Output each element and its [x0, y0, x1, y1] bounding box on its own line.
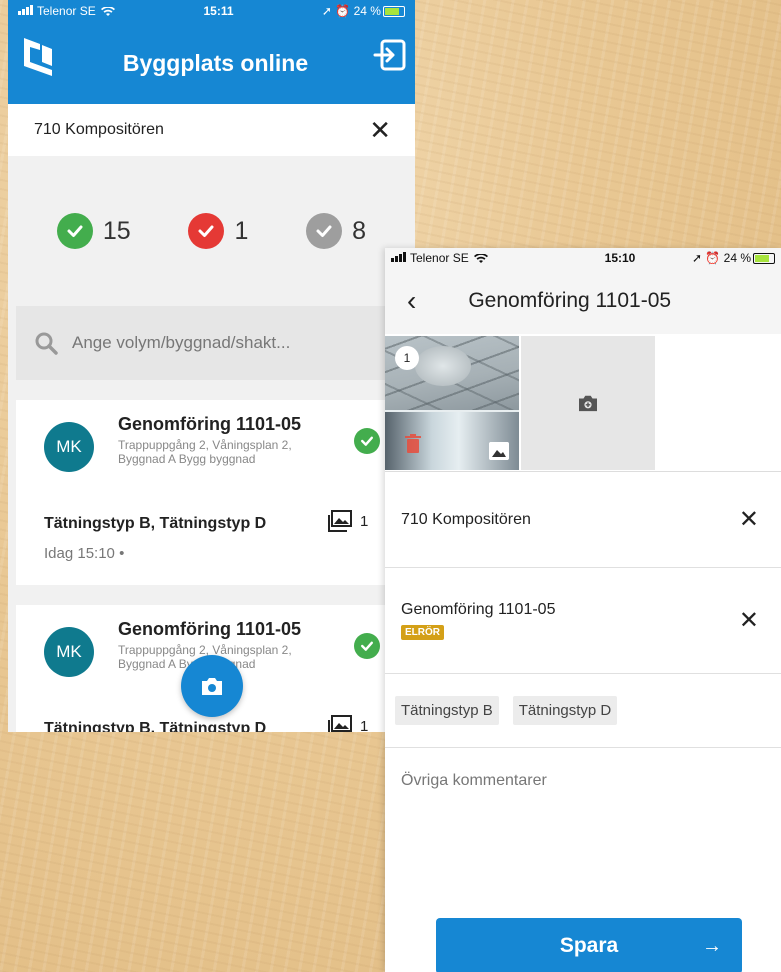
carrier-label: Telenor SE: [410, 251, 469, 265]
stat-rejected[interactable]: 1: [188, 213, 248, 249]
stat-approved-count: 15: [102, 216, 131, 245]
signal-icon: [18, 5, 33, 15]
left-phone-screen: Telenor SE 15:11 ➚ ⏰ 24 % Byggplats onli…: [8, 0, 415, 732]
image-icon[interactable]: [489, 442, 509, 460]
image-count: 1: [360, 512, 369, 530]
photo-strip: 1: [385, 334, 781, 472]
status-bar: Telenor SE 15:11 ➚ ⏰ 24 %: [8, 0, 415, 22]
chip[interactable]: Tätningstyp D: [512, 696, 618, 725]
search-placeholder: Ange volym/byggnad/shakt...: [72, 333, 291, 352]
back-chevron-icon[interactable]: ‹: [407, 287, 416, 315]
item-images: 1: [328, 510, 368, 532]
add-photo-button[interactable]: [521, 336, 655, 470]
app-header: Byggplats online: [8, 22, 415, 104]
photo-thumbnail[interactable]: 1: [385, 336, 519, 470]
close-icon[interactable]: ✕: [739, 507, 759, 532]
location-icon: ➚: [321, 4, 332, 18]
wifi-icon: [474, 252, 489, 263]
image-gallery-icon: [328, 715, 352, 732]
battery-icon: [382, 6, 405, 18]
location-icon: ➚: [691, 251, 702, 265]
list-item[interactable]: MK Genomföring 1101-05 Trappuppgång 2, V…: [16, 400, 415, 585]
camera-icon: [579, 395, 597, 412]
image-gallery-icon: [328, 510, 352, 532]
camera-button[interactable]: [181, 655, 243, 717]
carrier-label: Telenor SE: [37, 4, 96, 18]
alarm-icon: ⏰: [705, 251, 721, 265]
battery-area: ➚ ⏰ 24 %: [322, 4, 405, 18]
photo-number-badge: 1: [395, 346, 419, 370]
item-tags: Tätningstyp B, Tätningstyp D: [44, 515, 267, 532]
penetration-field[interactable]: Genomföring 1101-05 ELRÖR ✕: [385, 568, 781, 674]
project-field[interactable]: 710 Kompositören ✕: [385, 472, 781, 568]
clock: 15:11: [203, 4, 234, 18]
carrier: Telenor SE: [391, 251, 489, 265]
check-circle-icon: [306, 213, 343, 249]
signal-icon: [391, 252, 406, 262]
project-name: 710 Kompositören: [401, 510, 531, 528]
penetration-name: Genomföring 1101-05: [401, 601, 556, 618]
right-phone-screen: Telenor SE 15:10 ➚ ⏰ 24 % ‹ Genomföring …: [385, 248, 781, 972]
sealing-type-chips: Tätningstyp B Tätningstyp D: [385, 674, 781, 748]
battery-label: 24 %: [723, 251, 751, 265]
stat-rejected-count: 1: [234, 216, 249, 245]
check-circle-icon: [354, 428, 380, 454]
avatar: MK: [44, 627, 94, 677]
chip[interactable]: Tätningstyp B: [395, 696, 499, 725]
item-location: Trappuppgång 2, Våningsplan 2, Byggnad A…: [118, 438, 292, 466]
item-images: 1: [328, 715, 368, 732]
item-title: Genomföring 1101-05: [118, 619, 302, 639]
stat-approved[interactable]: 15: [56, 213, 131, 249]
item-date: Idag 15:10 •: [44, 545, 125, 562]
image-count: 1: [360, 717, 369, 733]
nav-bar: ‹ Genomföring 1101-05: [385, 268, 781, 334]
camera-icon: [202, 678, 222, 695]
logout-icon[interactable]: [373, 38, 407, 72]
save-label: Spara: [559, 934, 619, 957]
project-selector[interactable]: 710 Kompositören ✕: [8, 104, 415, 156]
battery-icon: [753, 253, 775, 265]
project-name: 710 Kompositören: [34, 121, 164, 138]
penetration-info: Genomföring 1101-05 ELRÖR: [401, 601, 555, 640]
stat-pending[interactable]: 8: [306, 213, 366, 249]
app-title: Byggplats online: [122, 49, 309, 76]
page-title: Genomföring 1101-05: [468, 289, 672, 312]
battery-label: 24 %: [353, 4, 381, 18]
search-input[interactable]: Ange volym/byggnad/shakt...: [16, 306, 415, 380]
check-circle-icon: [354, 633, 380, 659]
battery-area: ➚ ⏰ 24 %: [692, 251, 775, 265]
comments-input[interactable]: Övriga kommentarer: [385, 748, 781, 896]
item-title: Genomföring 1101-05: [118, 414, 302, 434]
wifi-icon: [101, 5, 116, 16]
carrier: Telenor SE: [18, 4, 116, 18]
comments-placeholder: Övriga kommentarer: [401, 772, 547, 789]
category-badge: ELRÖR: [401, 625, 444, 640]
search-icon: [35, 332, 58, 355]
check-circle-icon: [188, 213, 225, 249]
close-icon[interactable]: ✕: [739, 608, 759, 633]
stat-pending-count: 8: [352, 216, 367, 245]
close-icon[interactable]: ✕: [369, 117, 391, 143]
trash-icon[interactable]: [405, 434, 421, 454]
status-bar: Telenor SE 15:10 ➚ ⏰ 24 %: [385, 248, 781, 268]
status-summary: 15 1 8: [8, 156, 415, 306]
avatar: MK: [44, 422, 94, 472]
arrow-right-icon: →: [702, 934, 722, 957]
item-tags: Tätningstyp B, Tätningstyp D: [44, 720, 267, 732]
photo-diffuser: [415, 346, 471, 386]
alarm-icon: ⏰: [335, 4, 351, 18]
check-circle-icon: [56, 213, 93, 249]
app-logo-icon: [24, 38, 52, 76]
clock: 15:10: [604, 251, 636, 265]
save-button[interactable]: Spara →: [436, 918, 742, 972]
